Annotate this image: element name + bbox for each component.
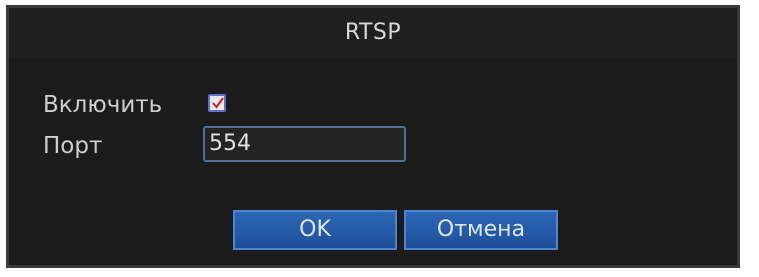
title-bar: RTSP (9, 8, 737, 58)
ok-button[interactable]: OK (233, 210, 397, 250)
rtsp-dialog: RTSP Включить Порт 554 OK Отмена (6, 5, 740, 268)
cancel-button[interactable]: Отмена (404, 210, 558, 250)
screen: RTSP Включить Порт 554 OK Отмена (0, 0, 759, 277)
enable-label: Включить (43, 92, 163, 118)
port-input[interactable]: 554 (203, 126, 406, 162)
dialog-title: RTSP (344, 20, 402, 45)
port-label: Порт (43, 133, 103, 159)
enable-checkbox[interactable] (208, 94, 226, 112)
checkmark-icon (212, 97, 224, 109)
